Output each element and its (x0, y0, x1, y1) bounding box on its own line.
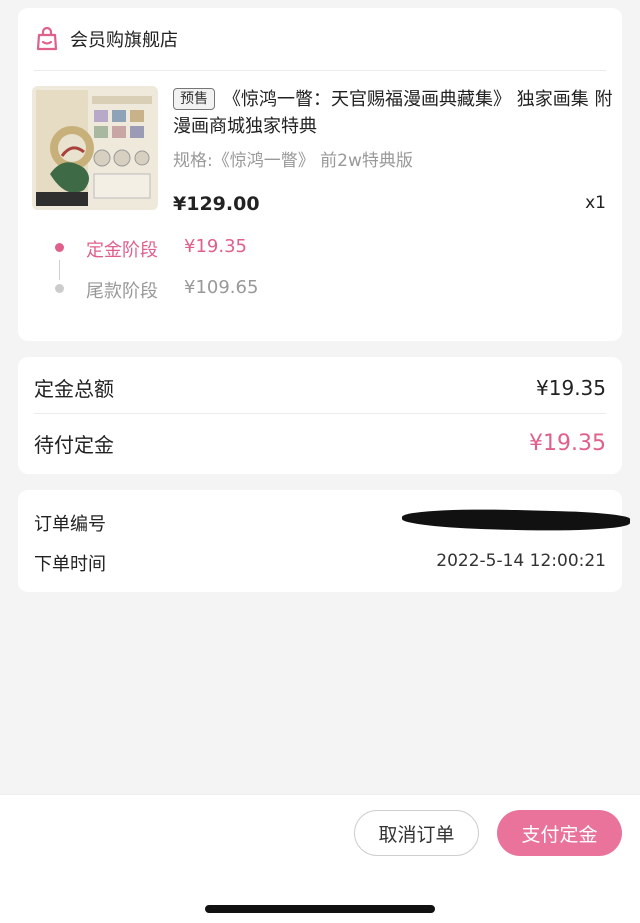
stage-label-deposit: 定金阶段 (86, 240, 158, 261)
pay-deposit-button[interactable]: 支付定金 (497, 810, 622, 856)
divider (34, 413, 606, 414)
shop-name: 会员购旗舰店 (70, 30, 178, 51)
product-title: 预售 《惊鸿一瞥：天官赐福漫画典藏集》 独家画集 附漫画商城独家特典 (173, 86, 613, 140)
divider (34, 70, 606, 71)
order-time-label: 下单时间 (34, 554, 106, 575)
product-spec: 规格:《惊鸿一瞥》 前2w特典版 (173, 151, 413, 171)
presale-badge: 预售 (173, 88, 215, 110)
order-number-label: 订单编号 (34, 514, 106, 535)
product-title-text: 《惊鸿一瞥：天官赐福漫画典藏集》 独家画集 附漫画商城独家特典 (173, 89, 613, 137)
stage-dot-active (55, 243, 64, 252)
deposit-due-label: 待付定金 (34, 433, 114, 457)
stage-amount-balance: ¥109.65 (184, 277, 259, 298)
deposit-due-row: 待付定金 ¥19.35 (34, 429, 606, 458)
deposit-due-value: ¥19.35 (529, 431, 606, 456)
stage-dot-inactive (55, 284, 64, 293)
bottom-action-bar: 取消订单 支付定金 (0, 794, 640, 923)
cover-art (32, 86, 158, 210)
deposit-total-row: 定金总额 ¥19.35 (34, 373, 606, 402)
product-cover-image[interactable] (32, 86, 158, 210)
order-time-value: 2022-5-14 12:00:21 (436, 551, 606, 571)
stage-connector (59, 260, 60, 280)
cancel-order-button[interactable]: 取消订单 (354, 810, 479, 856)
stage-label-balance: 尾款阶段 (86, 281, 158, 302)
home-indicator[interactable] (205, 905, 435, 913)
shopping-bag-icon (36, 26, 58, 51)
product-card: 会员购旗舰店 预售 《惊鸿一瞥：天官赐福漫画典藏集》 独家画集 附漫画商城独家特… (18, 8, 622, 341)
order-info-card: 订单编号 下单时间 2022-5-14 12:00:21 (18, 490, 631, 592)
product-title-block[interactable]: 预售 《惊鸿一瞥：天官赐福漫画典藏集》 独家画集 附漫画商城独家特典 (173, 86, 613, 140)
shop-header[interactable]: 会员购旗舰店 (34, 26, 178, 52)
deposit-total-label: 定金总额 (34, 377, 114, 401)
redacted-order-number (401, 507, 631, 533)
totals-card: 定金总额 ¥19.35 待付定金 ¥19.35 (18, 357, 622, 474)
product-quantity: x1 (585, 193, 606, 213)
stage-amount-deposit: ¥19.35 (184, 236, 247, 257)
deposit-total-value: ¥19.35 (536, 375, 606, 400)
product-price: ¥129.00 (173, 193, 260, 215)
